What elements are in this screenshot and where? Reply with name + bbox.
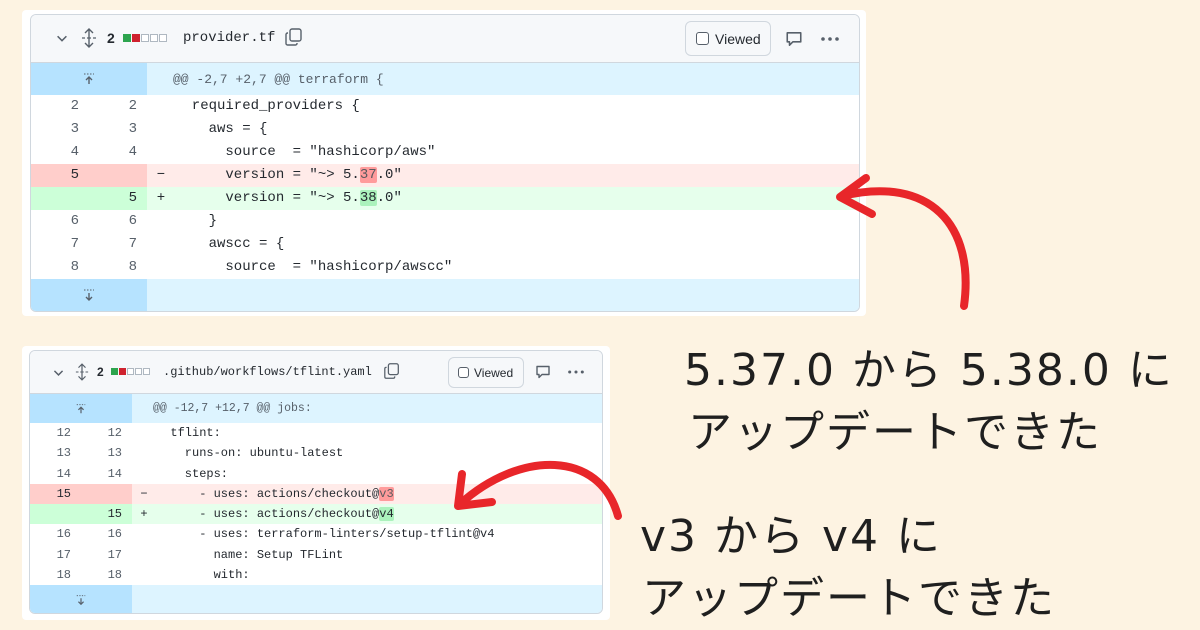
arrow-2 xyxy=(454,461,622,520)
arrow-1 xyxy=(836,174,970,310)
arrows xyxy=(454,174,970,520)
